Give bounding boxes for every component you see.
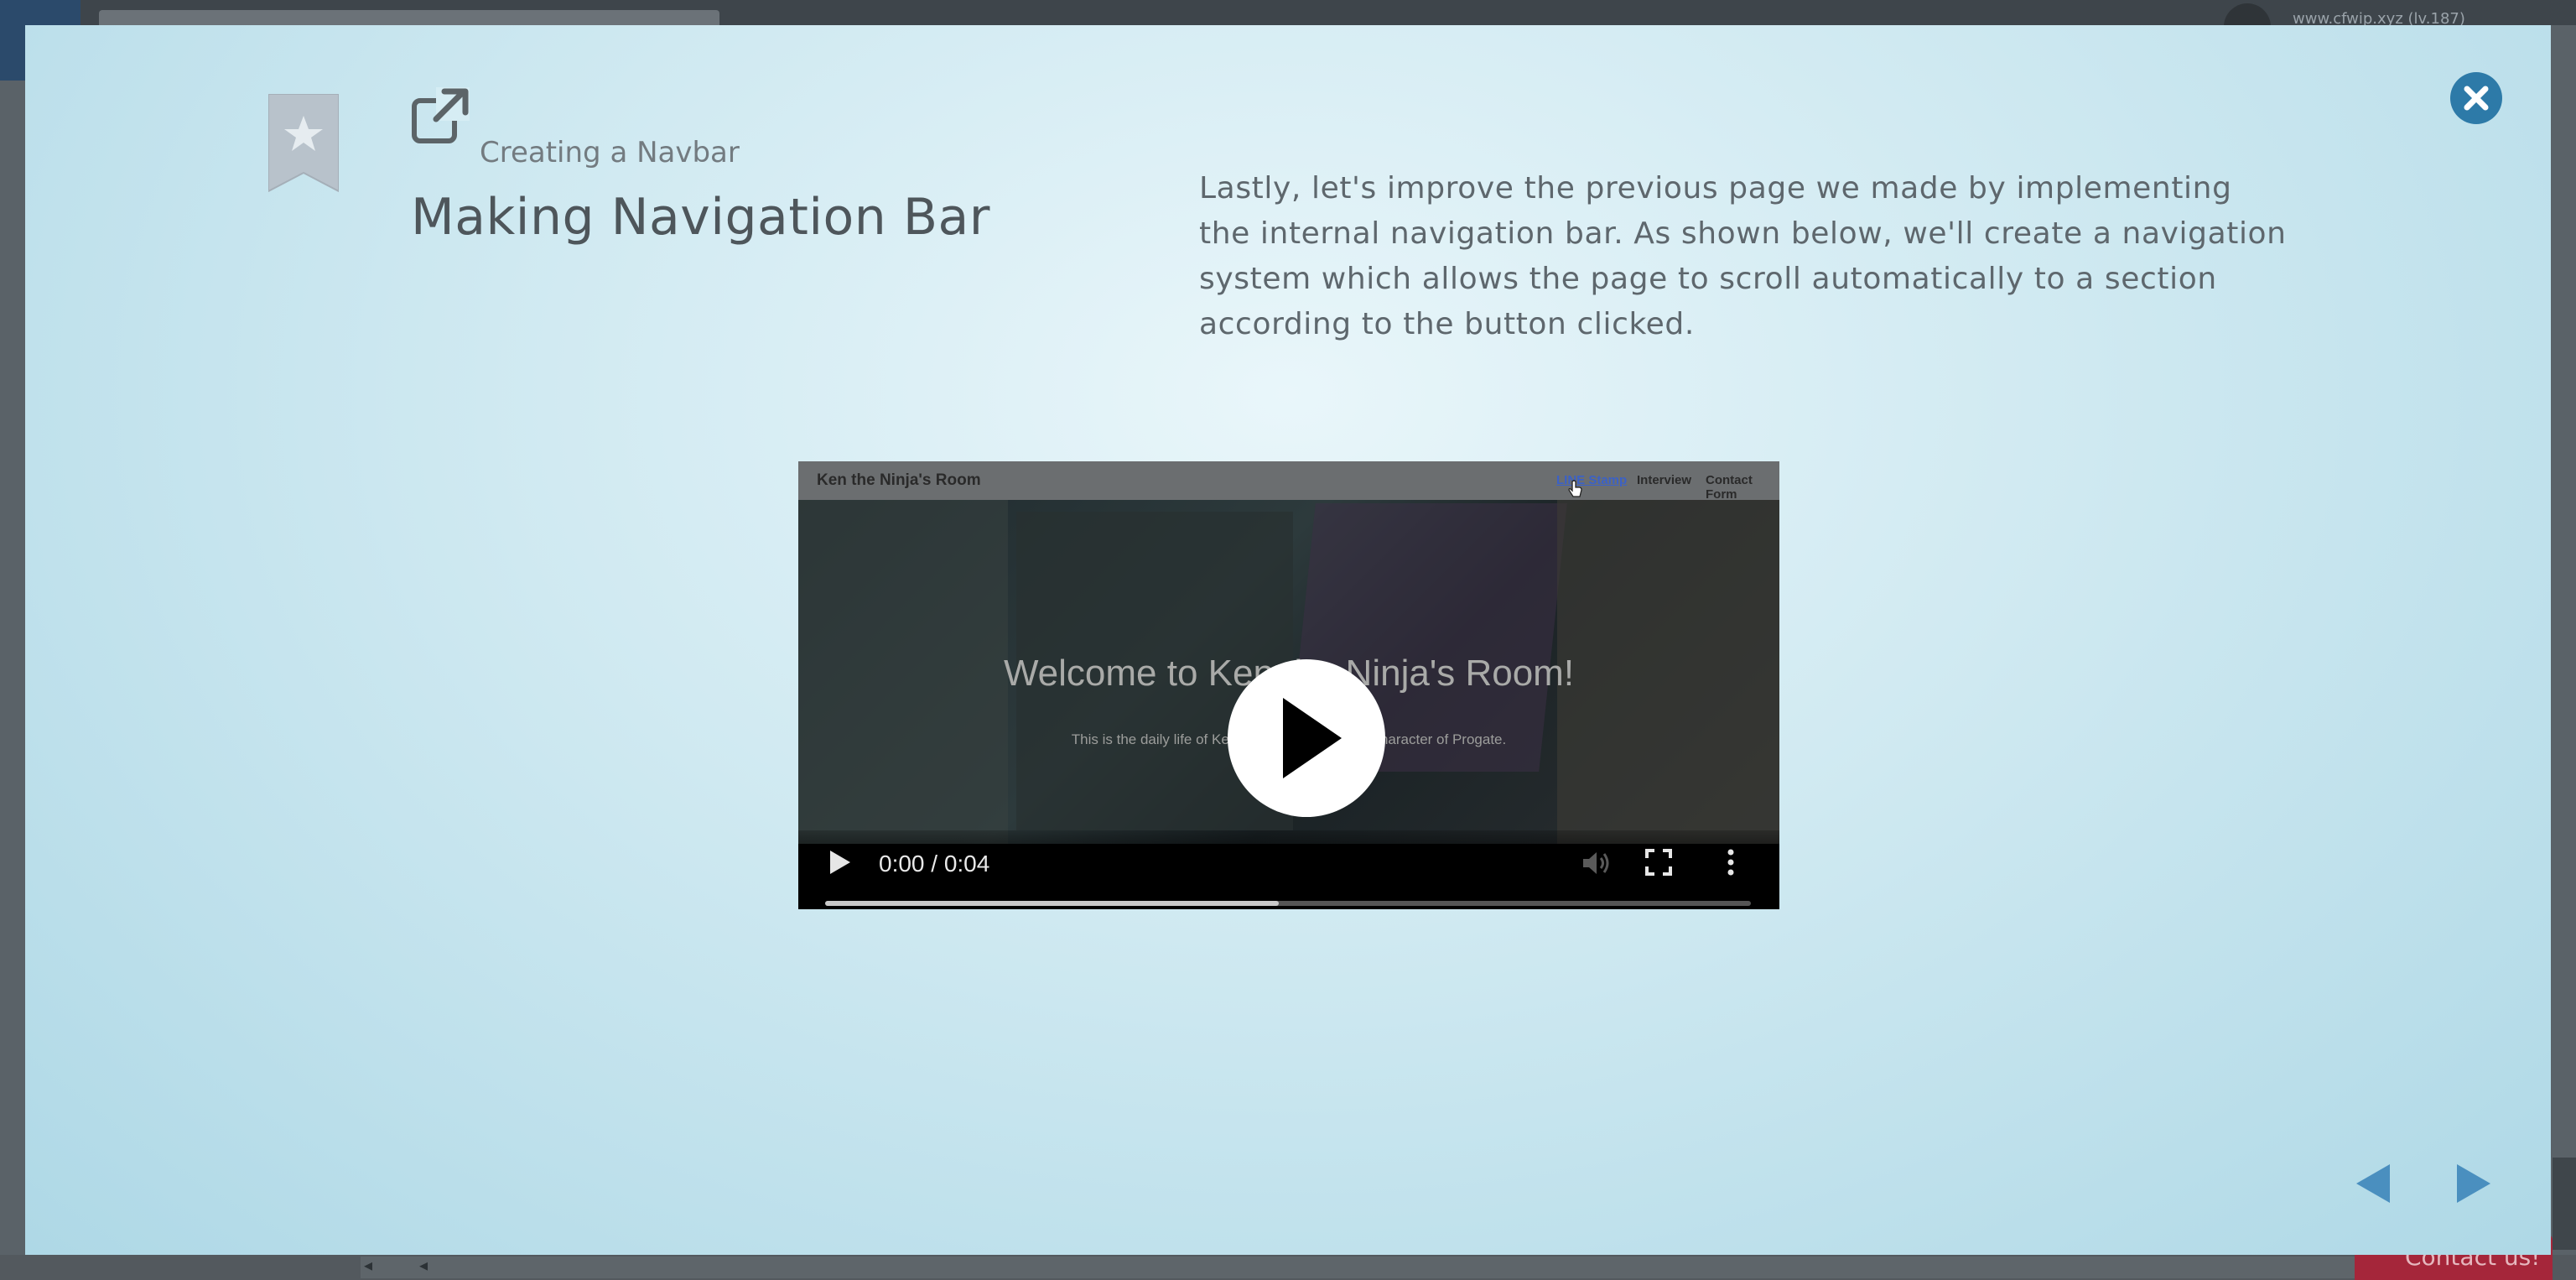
close-icon (2464, 86, 2489, 111)
next-slide-button[interactable] (2455, 1163, 2492, 1205)
scroll-left-icon: ◂ (364, 1255, 373, 1275)
background-horizontal-scrollbar (361, 1257, 2541, 1278)
video-progress-bar[interactable] (825, 901, 1751, 906)
play-icon (830, 851, 850, 874)
video-controls: 0:00 / 0:04 (798, 830, 1779, 909)
close-button[interactable] (2450, 72, 2502, 124)
video-site-header: Ken the Ninja's Room LINE Stamp Intervie… (798, 461, 1779, 502)
video-nav-line-stamp: LINE Stamp (1556, 473, 1628, 487)
video-player[interactable]: Ken the Ninja's Room LINE Stamp Intervie… (798, 461, 1779, 909)
video-time: 0:00 / 0:04 (879, 851, 990, 877)
fullscreen-icon (1645, 849, 1672, 876)
video-site-title: Ken the Ninja's Room (817, 471, 981, 489)
next-arrow-icon (2457, 1164, 2490, 1203)
big-play-button[interactable] (1228, 659, 1385, 817)
volume-button[interactable] (1581, 849, 1612, 877)
external-link-icon[interactable] (411, 87, 470, 146)
slide-title: Making Navigation Bar (411, 188, 990, 247)
video-nav-contact-form: Contact Form (1706, 473, 1753, 502)
prev-arrow-icon (2356, 1164, 2390, 1203)
hand-cursor-icon (1568, 480, 1582, 497)
lesson-slide-modal: Creating a Navbar Making Navigation Bar … (25, 25, 2551, 1255)
lesson-subtitle: Creating a Navbar (480, 136, 740, 169)
more-options-button[interactable] (1724, 847, 1737, 877)
video-progress-fill (825, 901, 1279, 906)
more-vertical-icon (1727, 849, 1734, 876)
volume-icon (1583, 852, 1609, 874)
slide-description: Lastly, let's improve the previous page … (1199, 171, 2287, 341)
video-nav-interview: Interview (1637, 473, 1692, 487)
fullscreen-button[interactable] (1644, 847, 1674, 877)
prev-slide-button[interactable] (2355, 1163, 2392, 1205)
background-vertical-scrollbar (2553, 1158, 2576, 1250)
play-pause-button[interactable] (828, 849, 852, 876)
play-icon (1283, 698, 1342, 778)
star-bookmark-icon[interactable] (267, 93, 340, 195)
scroll-right-icon: ◂ (419, 1255, 428, 1275)
